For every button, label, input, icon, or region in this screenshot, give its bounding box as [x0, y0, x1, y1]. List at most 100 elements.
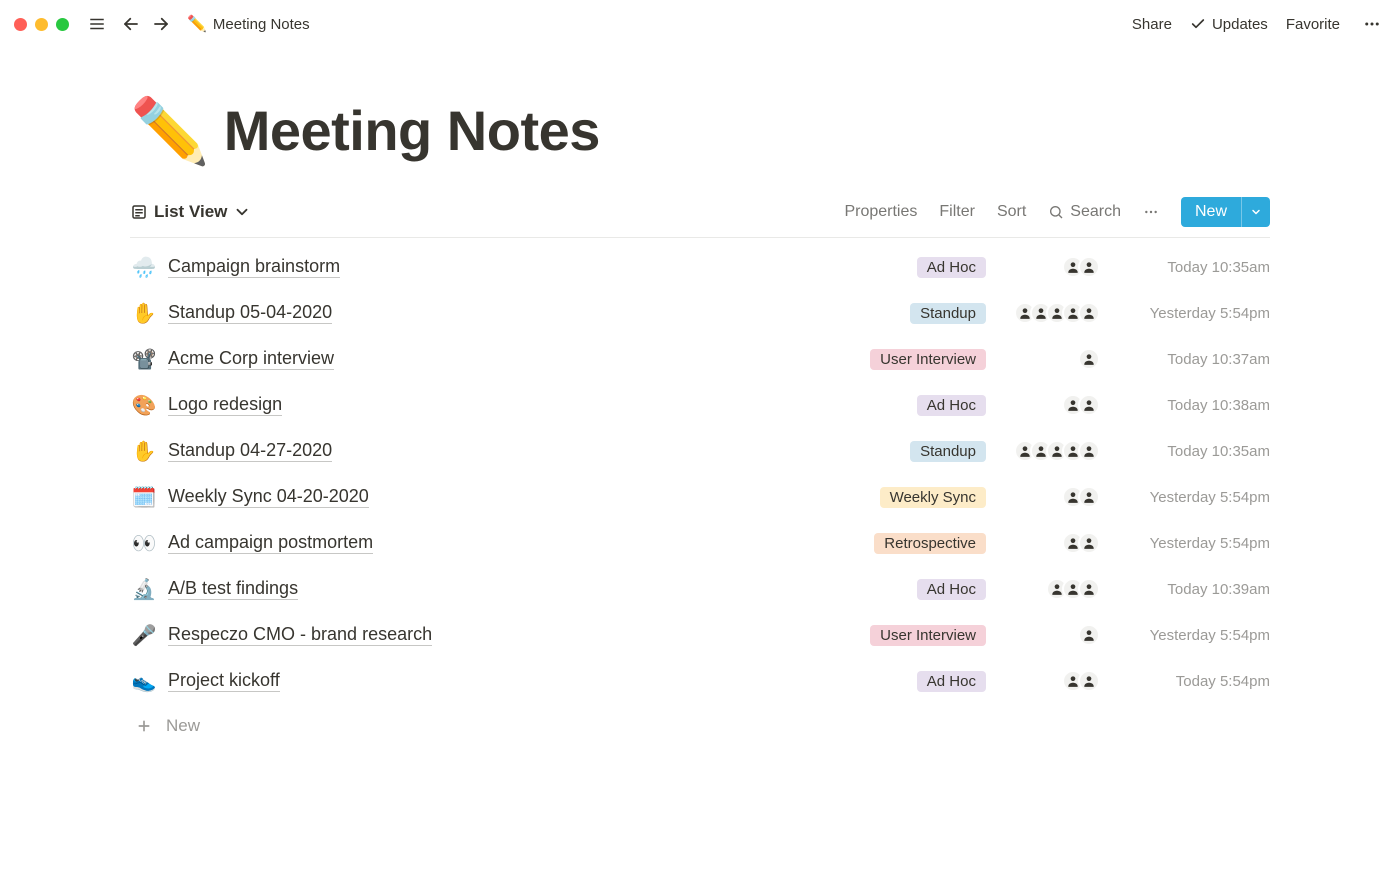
list-item[interactable]: 👀 Ad campaign postmortem Retrospective Yest…	[130, 520, 1270, 566]
share-button[interactable]: Share	[1132, 16, 1172, 33]
row-title[interactable]: Weekly Sync 04-20-2020	[168, 486, 369, 508]
search-button[interactable]: Search	[1048, 203, 1121, 221]
avatar	[1078, 302, 1100, 324]
filter-button[interactable]: Filter	[939, 203, 975, 221]
page-emoji[interactable]: ✏️	[130, 99, 210, 163]
row-date: Yesterday 5:54pm	[1110, 627, 1270, 644]
row-avatars	[996, 624, 1100, 646]
list-icon	[130, 203, 148, 221]
row-date: Today 10:35am	[1110, 259, 1270, 276]
favorite-button[interactable]: Favorite	[1286, 16, 1340, 33]
window-minimize-button[interactable]	[35, 18, 48, 31]
more-menu-button[interactable]	[1358, 10, 1386, 38]
forward-button[interactable]	[147, 10, 175, 38]
row-tag: User Interview	[870, 625, 986, 646]
list-item[interactable]: 🎤Respeczo CMO - brand researchUser Inter…	[130, 612, 1270, 658]
view-label: List View	[154, 202, 227, 222]
chevron-down-icon	[233, 203, 251, 221]
new-row-button[interactable]: New	[130, 704, 1270, 748]
new-button-dropdown[interactable]	[1241, 197, 1270, 227]
row-title[interactable]: Standup 04-27-2020	[168, 440, 332, 462]
avatar	[1078, 486, 1100, 508]
row-avatars	[996, 440, 1100, 462]
list-item[interactable]: 🌧️Campaign brainstormAd HocToday 10:35am	[130, 244, 1270, 290]
new-row-label: New	[166, 716, 200, 736]
row-date: Today 10:39am	[1110, 581, 1270, 598]
row-date: Today 10:37am	[1110, 351, 1270, 368]
row-tag: Ad Hoc	[917, 579, 986, 600]
row-tag: User Interview	[870, 349, 986, 370]
updates-label: Updates	[1212, 16, 1268, 33]
list-item[interactable]: ✋ Standup 05-04-2020 Standup Yesterday 5:54…	[130, 290, 1270, 336]
list-item[interactable]: 🎨Logo redesignAd HocToday 10:38am	[130, 382, 1270, 428]
row-tag: Standup	[910, 303, 986, 324]
row-tag: Ad Hoc	[917, 257, 986, 278]
row-date: Yesterday 5:54pm	[1110, 489, 1270, 506]
nav-arrows	[117, 10, 175, 38]
breadcrumb-title: Meeting Notes	[213, 16, 310, 33]
view-switcher[interactable]: List View	[130, 202, 251, 222]
topbar-right: Share Updates Favorite	[1132, 10, 1386, 38]
row-title[interactable]: Logo redesign	[168, 394, 282, 416]
properties-button[interactable]: Properties	[844, 203, 917, 221]
row-avatars	[996, 486, 1100, 508]
list-item[interactable]: 🗓️Weekly Sync 04-20-2020Weekly SyncYeste…	[130, 474, 1270, 520]
avatar	[1078, 532, 1100, 554]
row-date: Today 10:38am	[1110, 397, 1270, 414]
row-tag: Retrospective	[874, 533, 986, 554]
sidebar-toggle-button[interactable]	[83, 10, 111, 38]
new-button-label: New	[1181, 197, 1241, 227]
window-close-button[interactable]	[14, 18, 27, 31]
updates-button[interactable]: Updates	[1190, 16, 1268, 33]
row-tag: Ad Hoc	[917, 671, 986, 692]
list-item[interactable]: 👟Project kickoffAd HocToday 5:54pm	[130, 658, 1270, 704]
row-avatars	[996, 348, 1100, 370]
avatar	[1078, 394, 1100, 416]
database-list: 🌧️Campaign brainstormAd HocToday 10:35am…	[130, 244, 1270, 704]
row-tag: Standup	[910, 441, 986, 462]
list-item[interactable]: 🔬 A/B test findings Ad Hoc Today 10:39am	[130, 566, 1270, 612]
back-button[interactable]	[117, 10, 145, 38]
row-date: Yesterday 5:54pm	[1110, 305, 1270, 322]
new-button[interactable]: New	[1181, 197, 1270, 227]
row-emoji: 🎨	[130, 393, 158, 418]
row-title[interactable]: Campaign brainstorm	[168, 256, 340, 278]
page-header: ✏️ Meeting Notes	[130, 98, 1270, 163]
row-avatars	[996, 302, 1100, 324]
row-date: Yesterday 5:54pm	[1110, 535, 1270, 552]
avatar	[1078, 624, 1100, 646]
plus-icon	[136, 718, 152, 734]
database-more-button[interactable]	[1143, 204, 1159, 220]
row-emoji: ✋	[130, 301, 158, 326]
sort-button[interactable]: Sort	[997, 203, 1026, 221]
check-icon	[1190, 16, 1206, 32]
chevron-down-icon	[1250, 206, 1262, 218]
list-item[interactable]: ✋Standup 04-27-2020StandupToday 10:35am	[130, 428, 1270, 474]
avatar	[1078, 440, 1100, 462]
row-title[interactable]: Ad campaign postmortem	[168, 532, 373, 554]
database-toolbar-right: Properties Filter Sort Search New	[844, 197, 1270, 227]
page-content: ✏️ Meeting Notes List View Properties Fi…	[0, 48, 1400, 748]
breadcrumb[interactable]: ✏️ Meeting Notes	[181, 10, 316, 38]
row-avatars	[996, 532, 1100, 554]
row-title[interactable]: Project kickoff	[168, 670, 280, 692]
topbar: ✏️ Meeting Notes Share Updates Favorite	[0, 0, 1400, 48]
row-title[interactable]: A/B test findings	[168, 578, 298, 600]
row-title[interactable]: Standup 05-04-2020	[168, 302, 332, 324]
avatar	[1078, 670, 1100, 692]
database-toolbar: List View Properties Filter Sort Search …	[130, 197, 1270, 238]
row-date: Today 10:35am	[1110, 443, 1270, 460]
row-avatars	[996, 394, 1100, 416]
page-title[interactable]: Meeting Notes	[224, 98, 600, 163]
row-avatars	[996, 256, 1100, 278]
row-title[interactable]: Acme Corp interview	[168, 348, 334, 370]
window-maximize-button[interactable]	[56, 18, 69, 31]
avatar	[1078, 348, 1100, 370]
avatar	[1078, 578, 1100, 600]
row-title[interactable]: Respeczo CMO - brand research	[168, 624, 432, 646]
dots-icon	[1143, 204, 1159, 220]
breadcrumb-emoji: ✏️	[187, 14, 207, 34]
row-emoji: 🔬	[130, 577, 158, 602]
row-emoji: 👀	[130, 531, 158, 556]
list-item[interactable]: 📽️Acme Corp interviewUser InterviewToday…	[130, 336, 1270, 382]
